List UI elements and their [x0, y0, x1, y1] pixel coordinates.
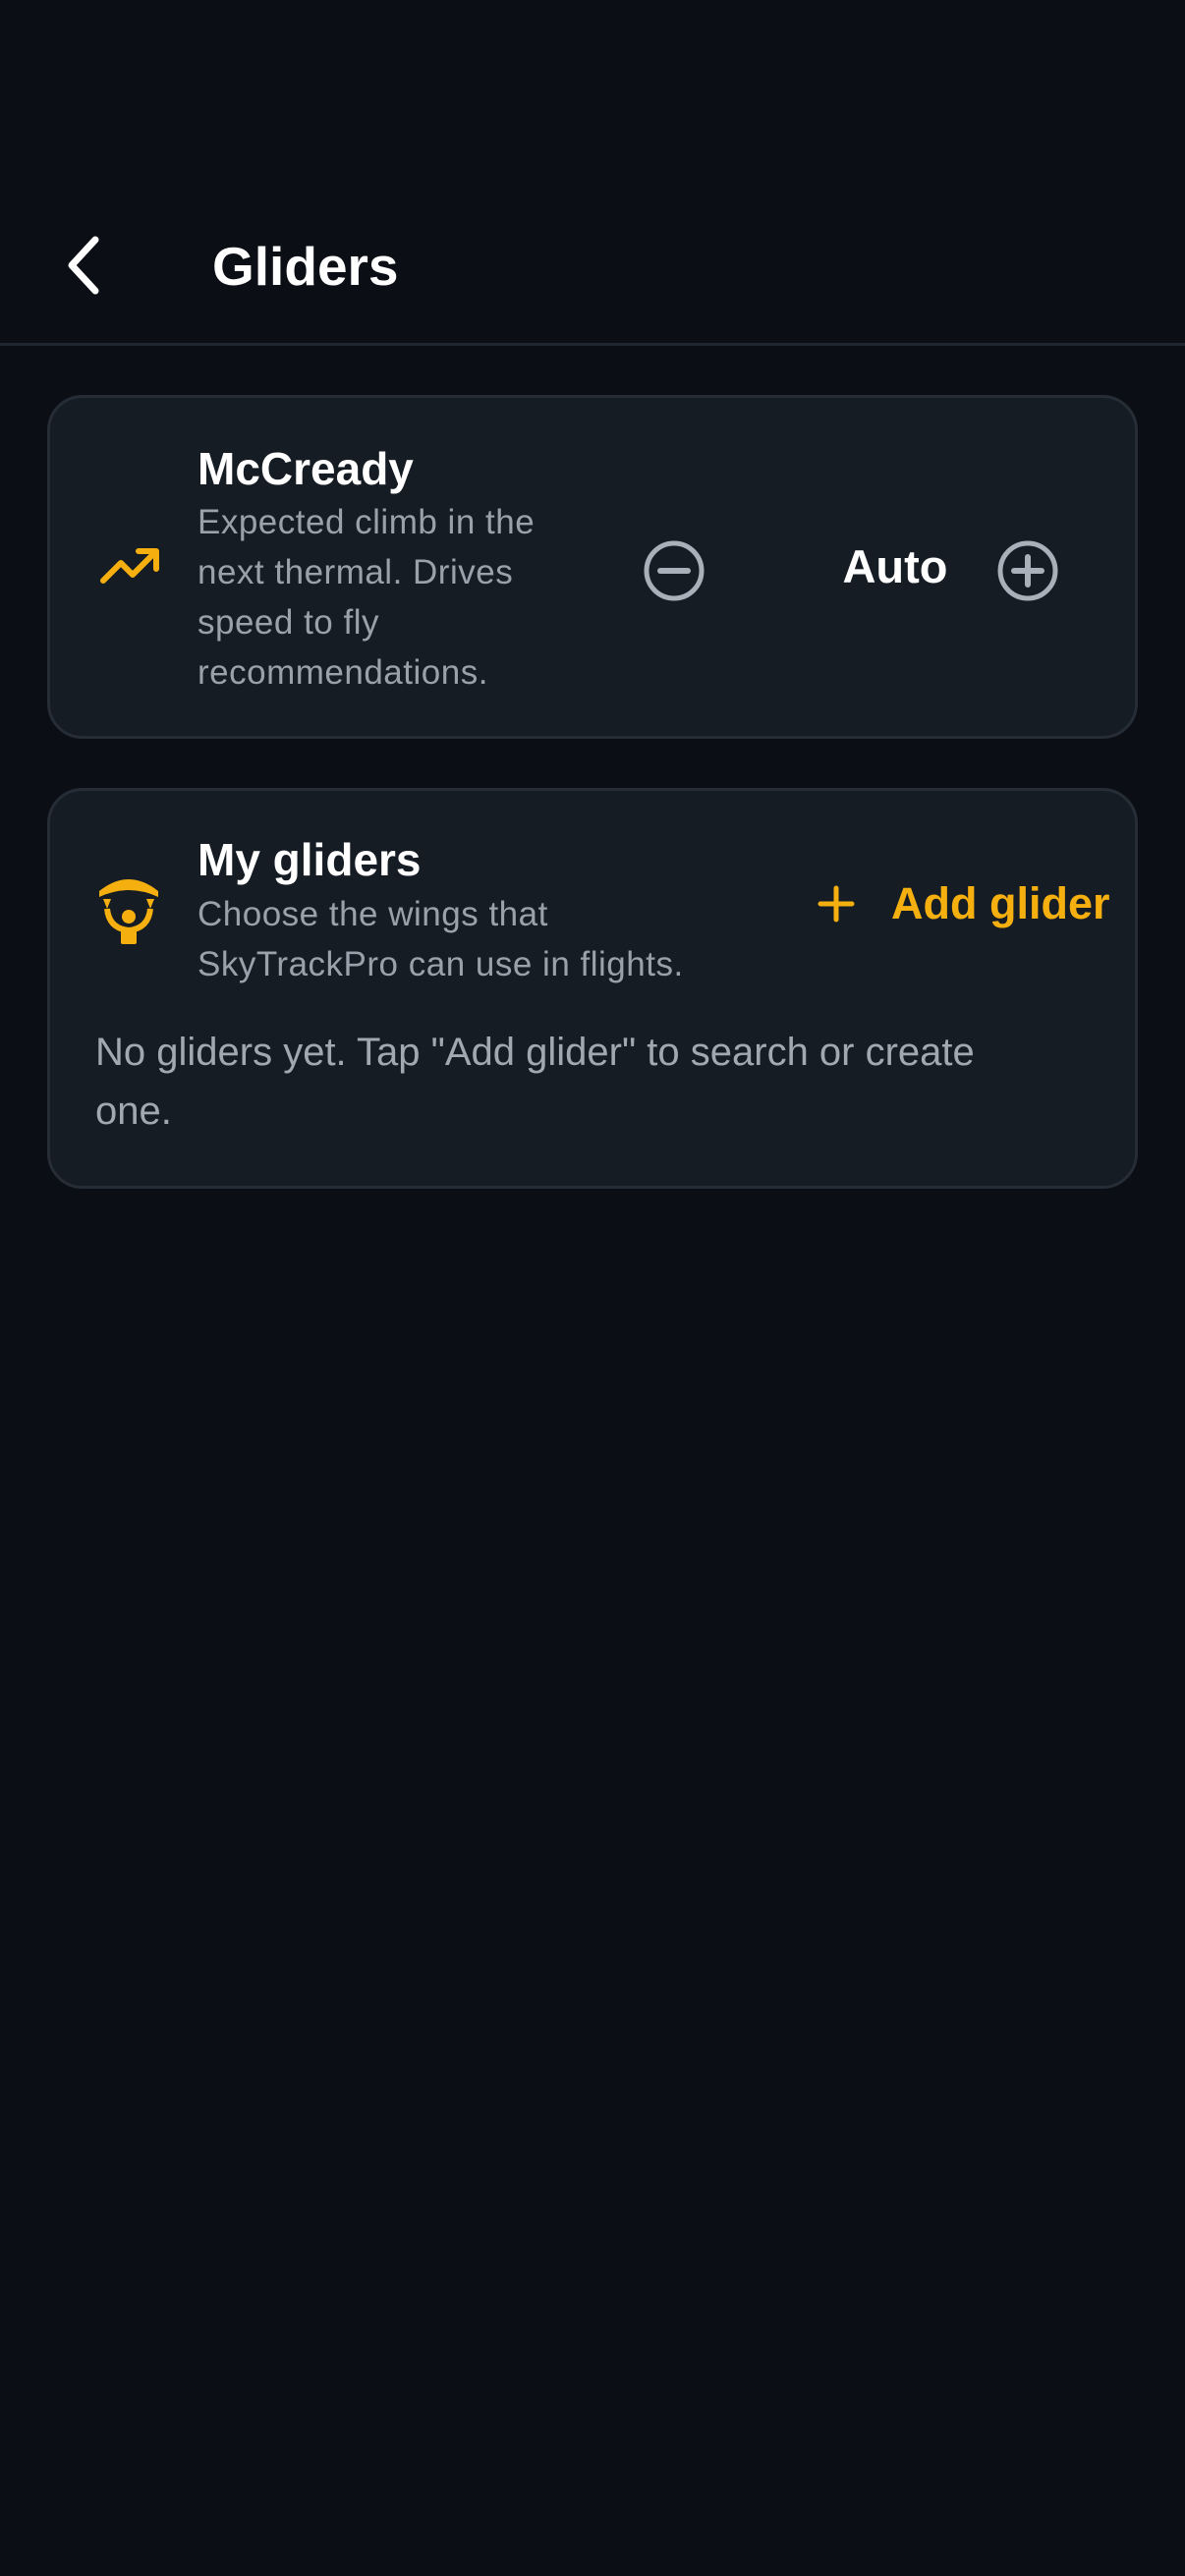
mccready-description-line: recommendations. [198, 653, 488, 692]
mccready-description: Expected climb in the next thermal. Driv… [198, 497, 610, 698]
mccready-description-line: next thermal. Drives [198, 553, 514, 591]
mccready-increase-button[interactable] [988, 532, 1067, 610]
mccready-description-line: speed to fly [198, 603, 379, 642]
my-gliders-description-line: SkyTrackPro can use in flights. [198, 945, 684, 983]
my-gliders-title: My gliders [198, 834, 422, 885]
chevron-left-icon [68, 236, 99, 295]
mccready-value: Auto [842, 540, 948, 592]
empty-state-text: No gliders yet. Tap "Add glider" to sear… [95, 1023, 1088, 1141]
plus-circle-icon [997, 540, 1058, 601]
page-title: Gliders [212, 236, 399, 297]
my-gliders-description: Choose the wings that SkyTrackPro can us… [198, 889, 748, 989]
trending-up-icon [99, 543, 162, 588]
plus-icon [818, 885, 855, 923]
paraglider-icon [95, 873, 162, 950]
my-gliders-description-line: Choose the wings that [198, 895, 548, 933]
empty-state-line: No gliders yet. Tap "Add glider" to sear… [95, 1031, 975, 1074]
mccready-description-line: Expected climb in the [198, 503, 536, 541]
minus-circle-icon [644, 540, 705, 601]
app-header: Gliders [0, 0, 1185, 346]
add-glider-label: Add glider [891, 878, 1110, 928]
add-glider-button[interactable]: Add glider [758, 865, 1110, 943]
my-gliders-card: My gliders Choose the wings that SkyTrac… [47, 788, 1138, 1189]
mccready-title: McCready [198, 443, 414, 494]
back-button[interactable] [49, 221, 118, 309]
empty-state-line: one. [95, 1090, 172, 1133]
mccready-card: McCready Expected climb in the next ther… [47, 395, 1138, 739]
mccready-decrease-button[interactable] [635, 532, 713, 610]
